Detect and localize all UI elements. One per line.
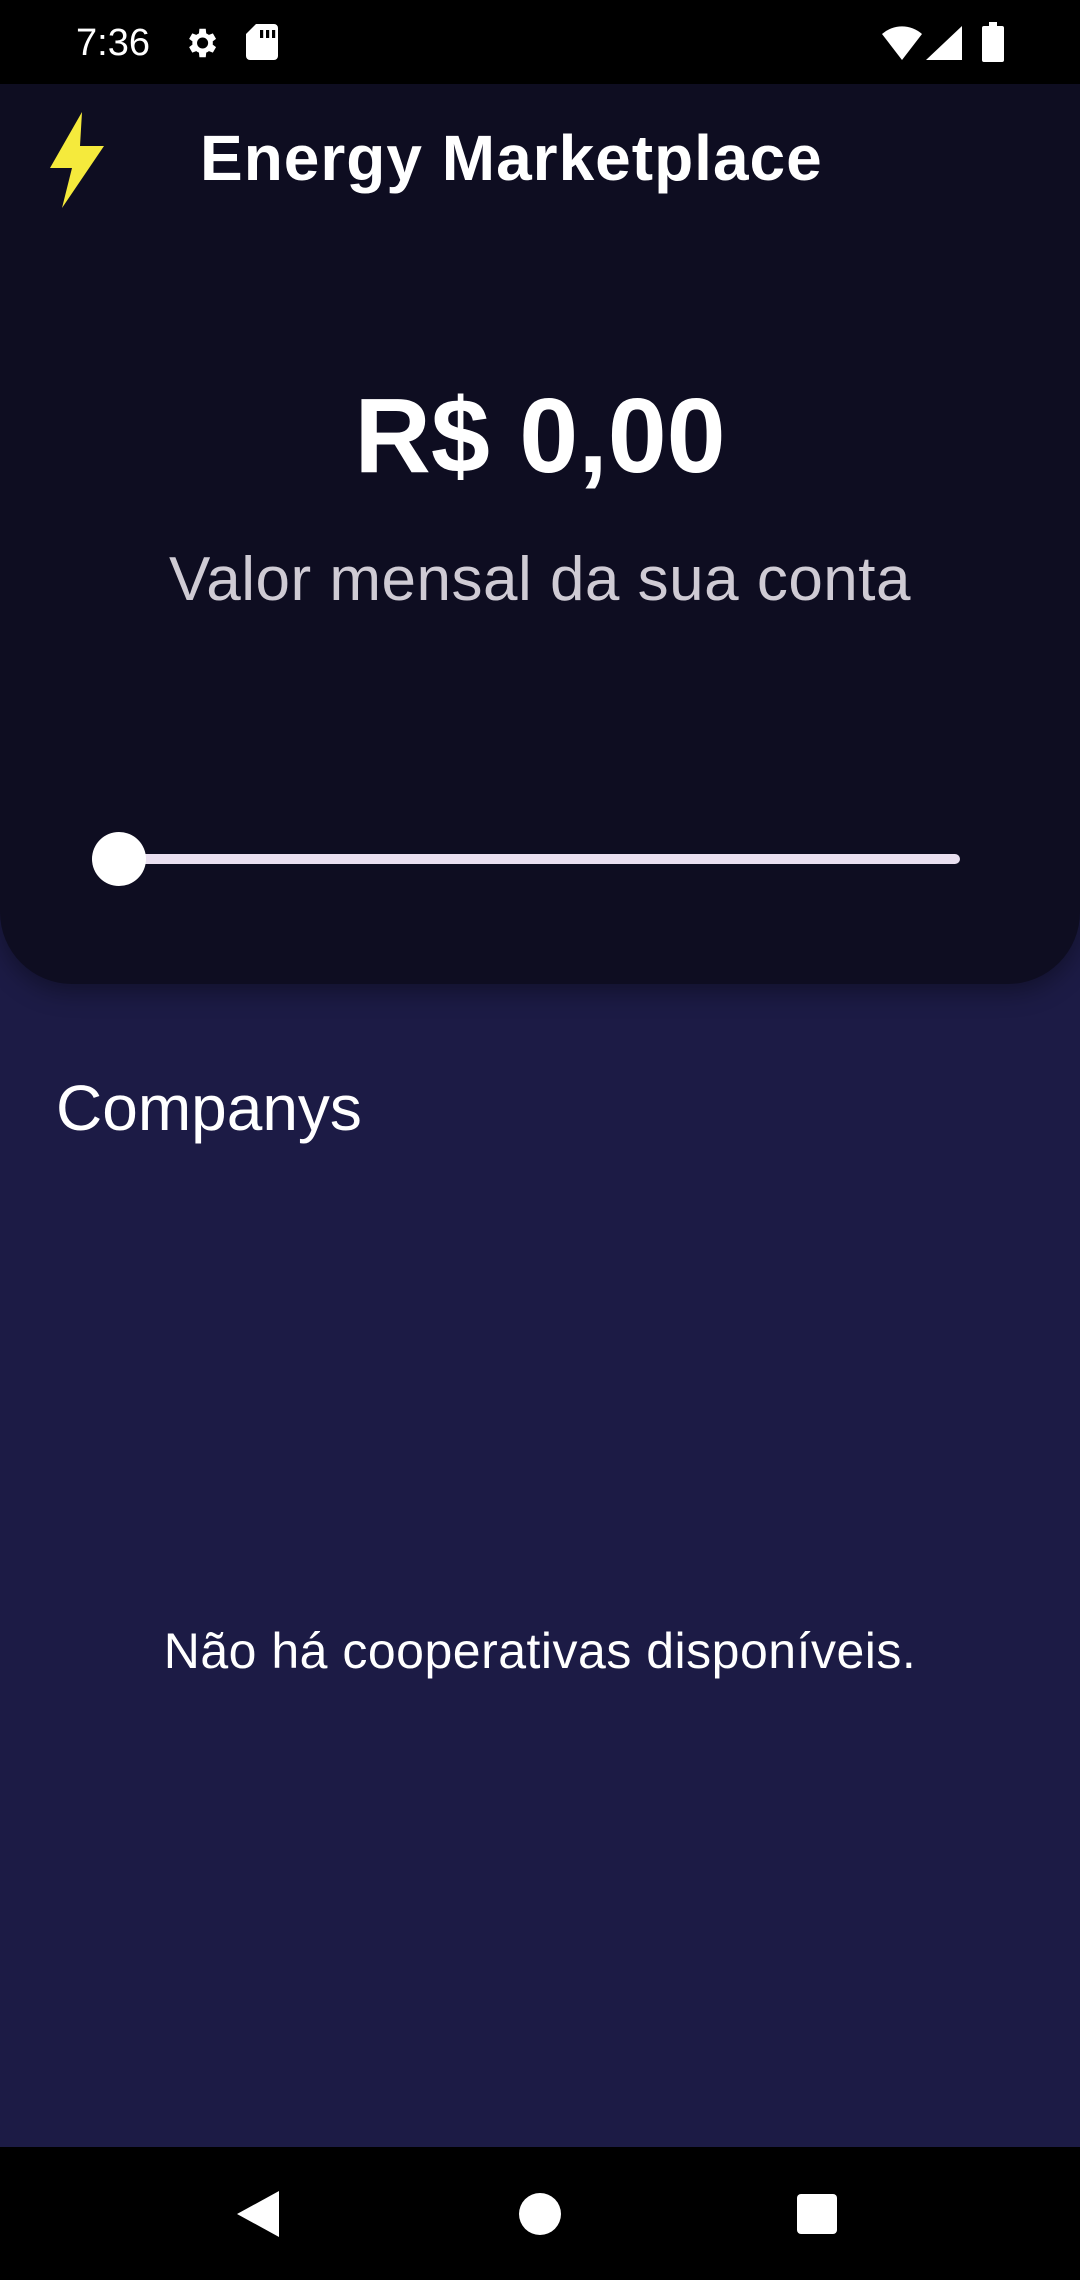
navigation-bar: [0, 2147, 1080, 2280]
cell-signal-icon: [926, 26, 962, 60]
slider-thumb[interactable]: [92, 832, 146, 886]
monthly-amount: R$ 0,00: [354, 377, 726, 495]
back-icon[interactable]: [237, 2191, 279, 2237]
battery-icon: [982, 22, 1004, 62]
amount-caption: Valor mensal da sua conta: [169, 545, 911, 614]
wifi-icon: [882, 26, 922, 60]
empty-companies-message: Não há cooperativas disponíveis.: [163, 1623, 917, 1679]
amount-slider[interactable]: [92, 829, 960, 889]
home-icon[interactable]: [519, 2193, 561, 2235]
slider-track[interactable]: [92, 854, 960, 864]
recents-icon[interactable]: [797, 2194, 837, 2234]
status-time: 7:36: [76, 22, 150, 64]
gear-icon: [189, 28, 217, 58]
status-bar: 7:36: [0, 0, 1080, 84]
companies-section-title: Companys: [56, 1072, 362, 1144]
lightning-bolt-icon: [50, 112, 104, 208]
sd-card-icon: [246, 24, 278, 60]
header-card: Energy Marketplace R$ 0,00 Valor mensal …: [0, 84, 1080, 984]
app-title: Energy Marketplace: [200, 122, 823, 194]
